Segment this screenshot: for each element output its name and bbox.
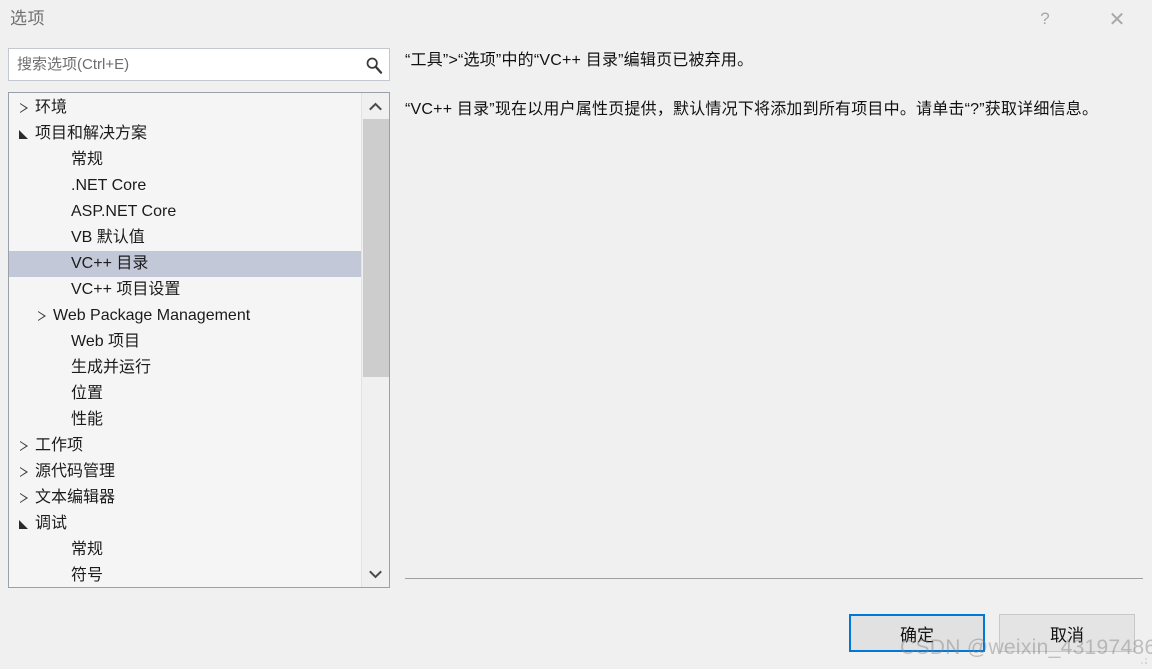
close-icon[interactable]: ✕: [1094, 4, 1140, 34]
tree-list: 环境项目和解决方案常规 .NET Core ASP.NET Core VB 默认值 VC…: [9, 93, 361, 587]
tree-item-label: 源代码管理: [35, 463, 116, 480]
tree-item-label: 常规: [71, 541, 104, 558]
title-bar: 选项 ? ✕: [0, 0, 1152, 38]
scroll-down-arrow[interactable]: [362, 561, 389, 587]
window-controls: ? ✕: [1022, 0, 1152, 38]
tree-item-label: 位置: [71, 385, 104, 402]
search-icon[interactable]: [359, 49, 389, 80]
expand-triangle-icon[interactable]: [15, 466, 33, 478]
tree-item[interactable]: 环境: [9, 95, 361, 121]
tree-item-label: VC++ 项目设置: [71, 281, 181, 298]
tree-item[interactable]: ASP.NET Core: [9, 199, 361, 225]
tree-item[interactable]: 符号: [9, 563, 361, 587]
footer-divider: [405, 578, 1143, 579]
tree-item-label: 生成并运行: [71, 359, 152, 376]
tree-item-label: 项目和解决方案: [35, 125, 148, 142]
tree-item-label: 文本编辑器: [35, 489, 116, 506]
csdn-watermark: CSDN @weixin_43197486: [900, 636, 1152, 659]
tree-item[interactable]: 常规: [9, 537, 361, 563]
tree-item[interactable]: 文本编辑器: [9, 485, 361, 511]
window-title: 选项: [10, 9, 45, 28]
tree-item-label: VC++ 目录: [71, 255, 149, 272]
tree-scrollbar[interactable]: [361, 93, 389, 587]
scroll-up-arrow[interactable]: [362, 93, 389, 119]
tree-item[interactable]: Web 项目: [9, 329, 361, 355]
tree-item[interactable]: Web Package Management: [9, 303, 361, 329]
tree-item[interactable]: 性能: [9, 407, 361, 433]
tree-item[interactable]: 源代码管理: [9, 459, 361, 485]
scroll-thumb[interactable]: [363, 119, 389, 377]
tree-item[interactable]: VC++ 目录: [9, 251, 361, 277]
expand-triangle-icon[interactable]: [33, 310, 51, 322]
content-pane: “工具”>“选项”中的“VC++ 目录”编辑页已被弃用。 “VC++ 目录”现在…: [405, 48, 1140, 122]
tree-item[interactable]: .NET Core: [9, 173, 361, 199]
collapse-triangle-icon[interactable]: [15, 519, 33, 530]
tree-item[interactable]: VC++ 项目设置: [9, 277, 361, 303]
tree-item-label: VB 默认值: [71, 229, 145, 246]
help-icon[interactable]: ?: [1022, 4, 1068, 34]
tree-item[interactable]: 项目和解决方案: [9, 121, 361, 147]
tree-item-label: 调试: [35, 515, 68, 532]
resize-grip-icon: [1141, 658, 1147, 664]
deprecation-notice-line2: “VC++ 目录”现在以用户属性页提供，默认情况下将添加到所有项目中。请单击“?…: [405, 101, 1099, 118]
tree-item[interactable]: 调试: [9, 511, 361, 537]
expand-triangle-icon[interactable]: [15, 102, 33, 114]
deprecation-notice-line1: “工具”>“选项”中的“VC++ 目录”编辑页已被弃用。: [405, 52, 754, 69]
tree-item-label: 环境: [35, 99, 68, 116]
tree-item[interactable]: 生成并运行: [9, 355, 361, 381]
tree-item-label: Web Package Management: [53, 307, 251, 324]
tree-item-label: 工作项: [35, 437, 84, 454]
expand-triangle-icon[interactable]: [15, 492, 33, 504]
tree-item[interactable]: VB 默认值: [9, 225, 361, 251]
options-tree[interactable]: 环境项目和解决方案常规 .NET Core ASP.NET Core VB 默认值 VC…: [8, 92, 390, 588]
tree-item[interactable]: 位置: [9, 381, 361, 407]
tree-item-label: 符号: [71, 567, 104, 584]
tree-item-label: .NET Core: [71, 177, 147, 194]
tree-item-label: Web 项目: [71, 333, 141, 350]
collapse-triangle-icon[interactable]: [15, 129, 33, 140]
tree-item[interactable]: 常规: [9, 147, 361, 173]
search-input[interactable]: [9, 49, 359, 80]
tree-item-label: 性能: [71, 411, 104, 428]
tree-item-label: ASP.NET Core: [71, 203, 177, 220]
search-box[interactable]: [8, 48, 390, 81]
expand-triangle-icon[interactable]: [15, 440, 33, 452]
tree-item-label: 常规: [71, 151, 104, 168]
tree-item[interactable]: 工作项: [9, 433, 361, 459]
